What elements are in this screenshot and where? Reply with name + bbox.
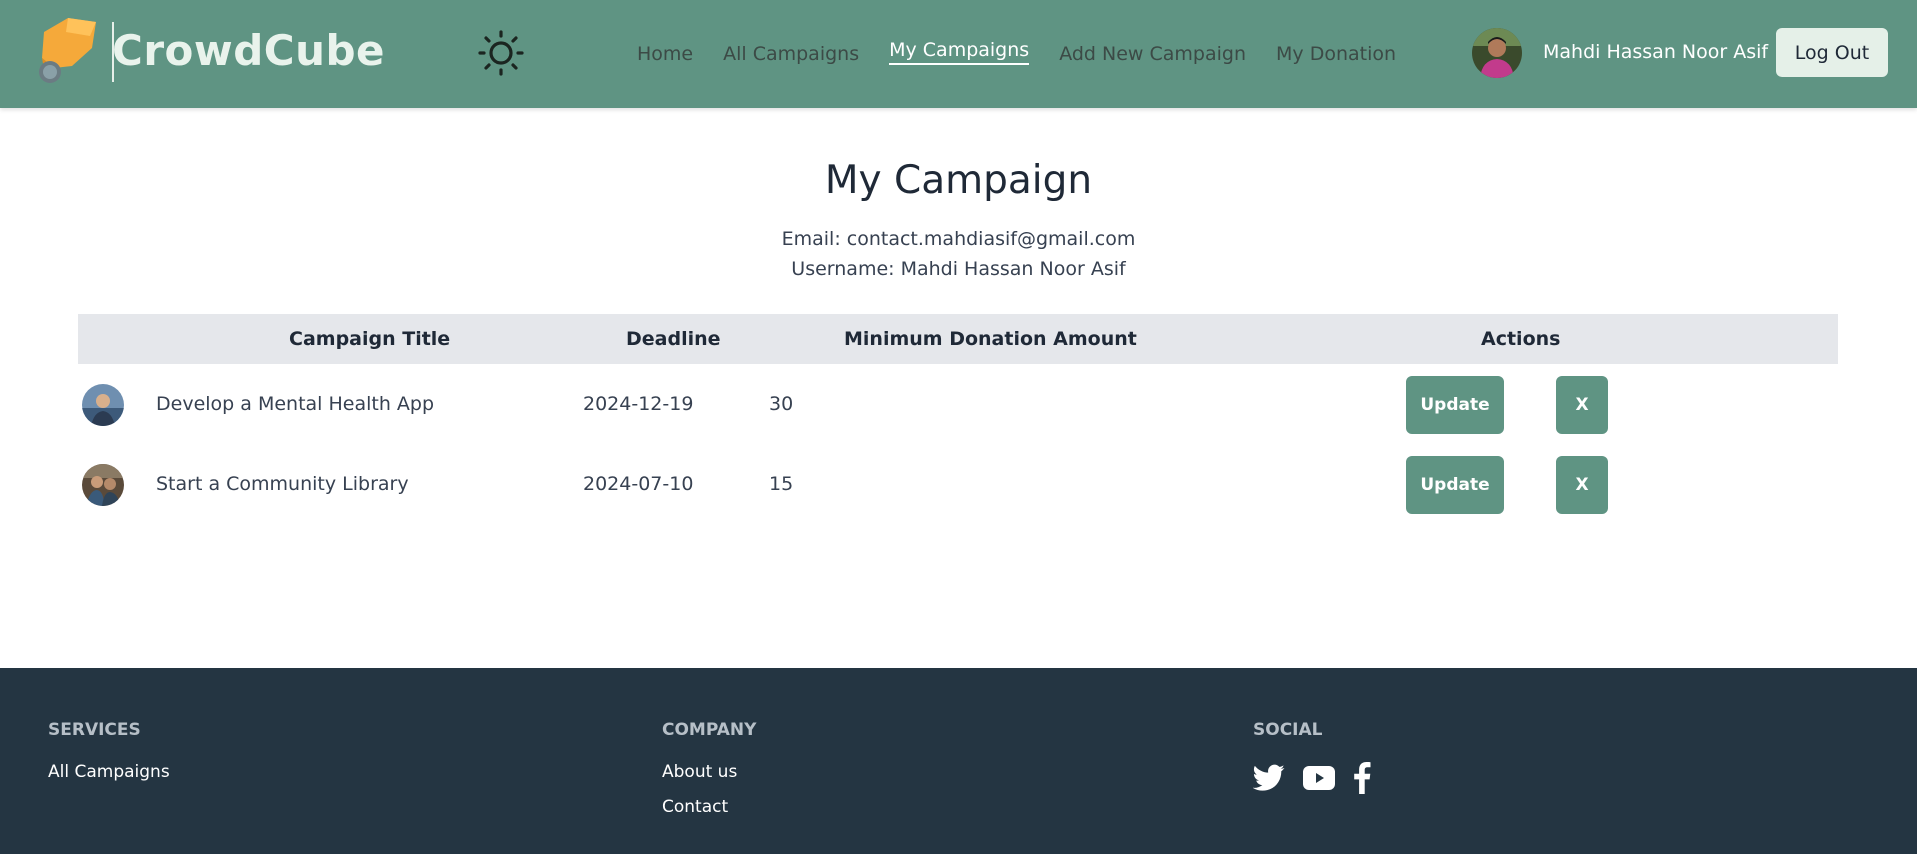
user-photo (1472, 28, 1522, 78)
user-name: Mahdi Hassan Noor Asif (1543, 41, 1769, 63)
main-nav: Home All Campaigns My Campaigns Add New … (637, 0, 1426, 108)
twitter-icon[interactable] (1253, 764, 1285, 792)
nav-link-all-campaigns[interactable]: All Campaigns (723, 43, 859, 65)
campaign-thumbnail (82, 384, 124, 426)
table-row: Develop a Mental Health App 2024-12-19 3… (78, 365, 1838, 445)
column-header-actions: Actions (1481, 328, 1561, 350)
table-header: Campaign Title Deadline Minimum Donation… (78, 314, 1838, 364)
facebook-icon[interactable] (1353, 762, 1371, 794)
logout-button[interactable]: Log Out (1776, 28, 1888, 77)
campaign-min-donation: 15 (769, 473, 794, 495)
update-button[interactable]: Update (1406, 456, 1504, 514)
campaign-min-donation: 30 (769, 393, 794, 415)
footer-link-all-campaigns[interactable]: All Campaigns (48, 762, 170, 782)
brand-name[interactable]: CrowdCube (112, 26, 385, 75)
nav-link-my-campaigns[interactable]: My Campaigns (889, 39, 1030, 65)
sun-icon[interactable] (478, 30, 524, 76)
column-header-title: Campaign Title (289, 328, 451, 350)
campaign-title: Develop a Mental Health App (156, 393, 435, 415)
footer-social: SOCIAL (1253, 720, 1389, 794)
footer-services: SERVICES All Campaigns (48, 720, 170, 797)
footer-services-heading: SERVICES (48, 720, 141, 740)
nav-link-my-donation[interactable]: My Donation (1276, 43, 1396, 65)
user-username: Username: Mahdi Hassan Noor Asif (791, 258, 1126, 280)
nav-link-add-new-campaign[interactable]: Add New Campaign (1059, 43, 1246, 65)
navbar: CrowdCube Home All Campaigns My Campaign… (0, 0, 1917, 108)
logo[interactable] (32, 14, 108, 86)
campaign-deadline: 2024-12-19 (583, 393, 694, 415)
footer: SERVICES All Campaigns COMPANY About us … (0, 668, 1917, 854)
footer-company-heading: COMPANY (662, 720, 757, 740)
column-header-min-donation: Minimum Donation Amount (844, 328, 1137, 350)
campaign-deadline: 2024-07-10 (583, 473, 694, 495)
table-row: Start a Community Library 2024-07-10 15 … (78, 445, 1838, 525)
user-avatar[interactable] (1472, 28, 1522, 78)
page-title: My Campaign (824, 158, 1093, 203)
delete-button[interactable]: X (1556, 456, 1608, 514)
hand-coin-logo-icon (39, 18, 96, 83)
footer-company: COMPANY About us Contact (662, 720, 756, 832)
footer-link-contact[interactable]: Contact (662, 797, 756, 817)
footer-link-about-us[interactable]: About us (662, 762, 756, 782)
campaign-title: Start a Community Library (156, 473, 409, 495)
update-button[interactable]: Update (1406, 376, 1504, 434)
youtube-icon[interactable] (1303, 766, 1335, 790)
campaign-photo (82, 464, 124, 506)
delete-button[interactable]: X (1556, 376, 1608, 434)
social-icons (1253, 762, 1389, 794)
column-header-deadline: Deadline (626, 328, 721, 350)
campaign-photo (82, 384, 124, 426)
footer-social-heading: SOCIAL (1253, 720, 1323, 740)
nav-link-home[interactable]: Home (637, 43, 693, 65)
campaign-thumbnail (82, 464, 124, 506)
user-email: Email: contact.mahdiasif@gmail.com (781, 228, 1136, 250)
